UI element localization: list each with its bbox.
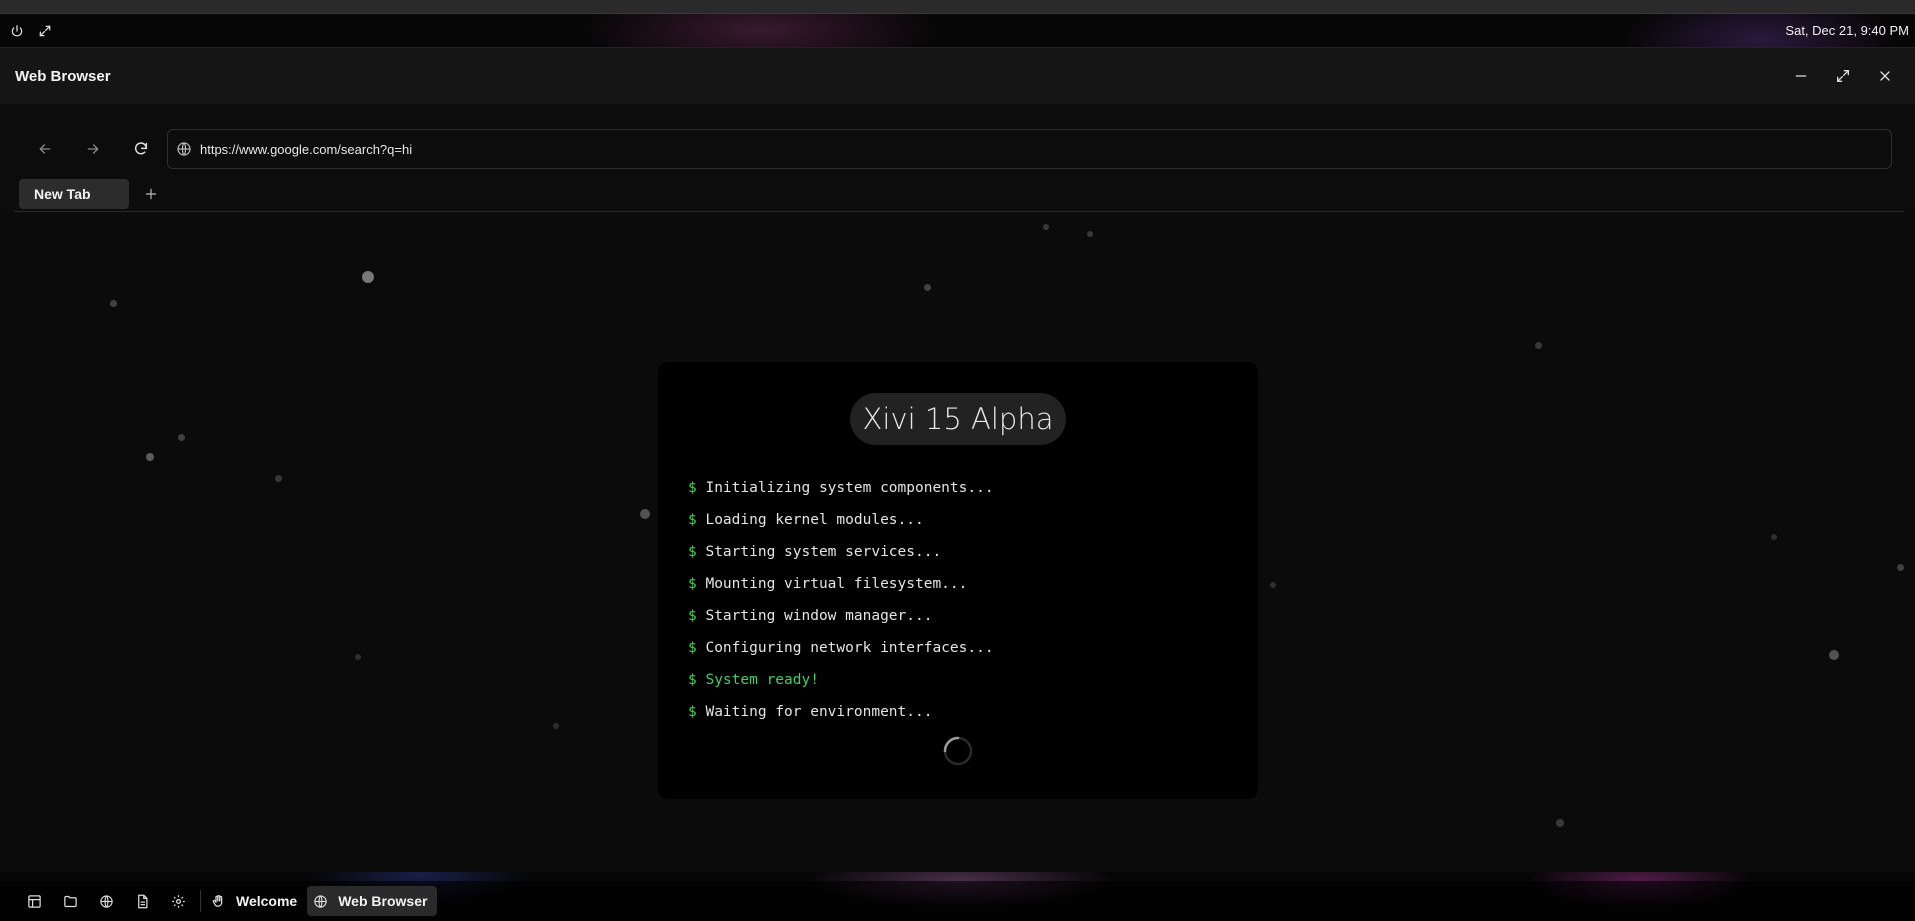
background-star xyxy=(355,654,361,660)
system-clock: Sat, Dec 21, 9:40 PM xyxy=(1785,23,1909,38)
tab-strip: New Tab xyxy=(14,179,1904,212)
background-star xyxy=(1829,650,1839,660)
boot-log: $ Initializing system components... $ Lo… xyxy=(688,480,994,736)
address-bar[interactable] xyxy=(167,129,1892,169)
background-star xyxy=(924,284,931,291)
tab-new-tab[interactable]: New Tab xyxy=(19,179,129,209)
back-arrow-icon[interactable] xyxy=(32,136,58,162)
browser-content: Xivi 15 Alpha $ Initializing system comp… xyxy=(0,214,1915,872)
url-input[interactable] xyxy=(200,141,1800,157)
forward-arrow-icon[interactable] xyxy=(80,136,106,162)
background-star xyxy=(1897,564,1904,571)
boot-log-line: $ Waiting for environment... xyxy=(688,704,933,720)
taskbar-app-web-browser[interactable]: Web Browser xyxy=(307,886,438,916)
taskbar: Welcome Web Browser xyxy=(0,881,1915,921)
folder-icon[interactable] xyxy=(52,886,88,916)
boot-log-line: $ Initializing system components... xyxy=(688,480,994,496)
settings-gear-icon[interactable] xyxy=(160,886,196,916)
host-top-strip xyxy=(0,0,1915,14)
background-star xyxy=(178,434,185,441)
globe-icon xyxy=(176,141,192,157)
taskbar-app-label: Welcome xyxy=(236,893,298,909)
maximize-icon[interactable] xyxy=(1835,68,1851,84)
window-title: Web Browser xyxy=(15,67,111,85)
browser-window: Web Browser https://www.google.com/searc… xyxy=(0,47,1915,872)
background-star xyxy=(640,509,650,519)
background-star xyxy=(1043,224,1049,230)
globe-icon[interactable] xyxy=(88,886,124,916)
power-icon[interactable] xyxy=(10,24,24,38)
taskbar-app-welcome[interactable]: Welcome xyxy=(205,886,307,916)
boot-log-line: $ Mounting virtual filesystem... xyxy=(688,576,968,592)
boot-log-line: $ Starting system services... xyxy=(688,544,942,560)
browser-nav-row xyxy=(0,127,1915,171)
background-star xyxy=(553,723,559,729)
background-star xyxy=(1771,534,1777,540)
minimize-icon[interactable] xyxy=(1793,68,1809,84)
background-star xyxy=(1270,582,1276,588)
taskbar-app-label: Web Browser xyxy=(338,893,428,909)
background-star xyxy=(275,475,282,482)
background-star xyxy=(110,300,117,307)
loading-spinner-icon xyxy=(942,735,974,767)
background-star xyxy=(1556,819,1564,827)
background-star xyxy=(362,271,374,283)
plus-icon[interactable] xyxy=(141,179,161,209)
expand-icon[interactable] xyxy=(38,24,52,38)
taskbar-divider xyxy=(200,890,201,912)
background-star xyxy=(1535,342,1542,349)
background-star xyxy=(146,453,154,461)
background-star xyxy=(1087,231,1093,237)
boot-log-line: $ Loading kernel modules... xyxy=(688,512,924,528)
boot-log-line: $ Configuring network interfaces... xyxy=(688,640,994,656)
tab-label: New Tab xyxy=(34,186,91,202)
boot-log-line: $ Starting window manager... xyxy=(688,608,933,624)
boot-title: Xivi 15 Alpha xyxy=(850,393,1066,445)
system-top-bar: Sat, Dec 21, 9:40 PM xyxy=(0,14,1915,47)
boot-log-line-success: $ System ready! xyxy=(688,672,819,688)
desktop: Sat, Dec 21, 9:40 PM Web Browser https:/… xyxy=(0,0,1915,921)
globe-icon xyxy=(313,894,328,909)
document-icon[interactable] xyxy=(124,886,160,916)
reload-icon[interactable] xyxy=(128,136,154,162)
window-titlebar[interactable]: Web Browser xyxy=(0,48,1915,104)
dashboard-icon[interactable] xyxy=(16,886,52,916)
boot-screen: Xivi 15 Alpha $ Initializing system comp… xyxy=(658,362,1258,799)
hand-wave-icon xyxy=(211,894,226,909)
close-icon[interactable] xyxy=(1877,68,1893,84)
